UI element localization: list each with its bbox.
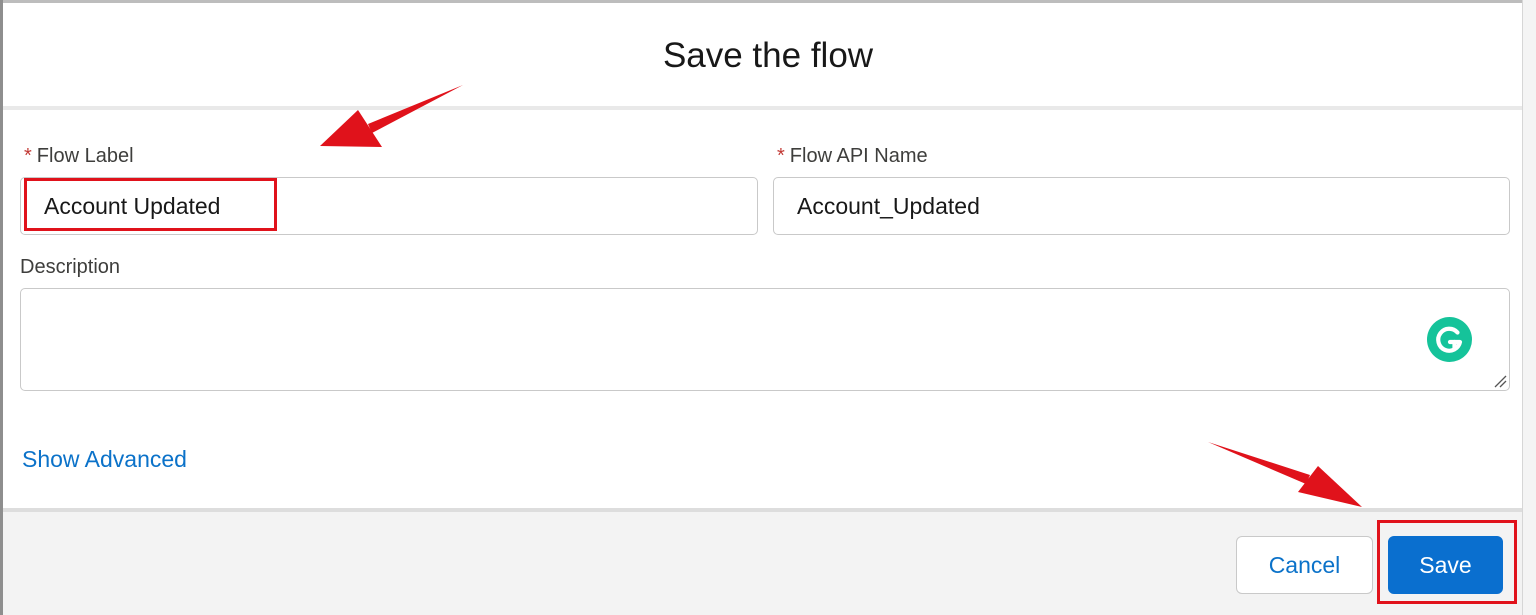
required-marker: * — [24, 145, 32, 167]
cancel-button[interactable]: Cancel — [1236, 536, 1373, 594]
flow-label-input[interactable]: Account Updated — [20, 177, 758, 235]
description-textarea[interactable] — [20, 288, 1510, 391]
dialog-title: Save the flow — [662, 36, 874, 75]
dialog-header: Save the flow — [3, 3, 1522, 106]
show-advanced-link[interactable]: Show Advanced — [22, 446, 187, 473]
flow-label-label-text: Flow Label — [36, 145, 134, 167]
flow-label-label: * Flow Label — [24, 145, 134, 168]
flow-api-name-label: * Flow API Name — [777, 145, 928, 168]
resize-grip-icon[interactable] — [1493, 374, 1507, 388]
save-button[interactable]: Save — [1388, 536, 1503, 594]
save-flow-dialog: Save the flow * Flow Label Account Update… — [0, 0, 1536, 615]
flow-api-name-label-text: Flow API Name — [789, 145, 928, 167]
description-label: Description — [20, 256, 121, 278]
grammarly-icon[interactable] — [1427, 317, 1472, 362]
required-marker: * — [777, 145, 785, 167]
background-window-edge — [1522, 0, 1536, 615]
flow-api-name-input[interactable]: Account_Updated — [773, 177, 1510, 235]
